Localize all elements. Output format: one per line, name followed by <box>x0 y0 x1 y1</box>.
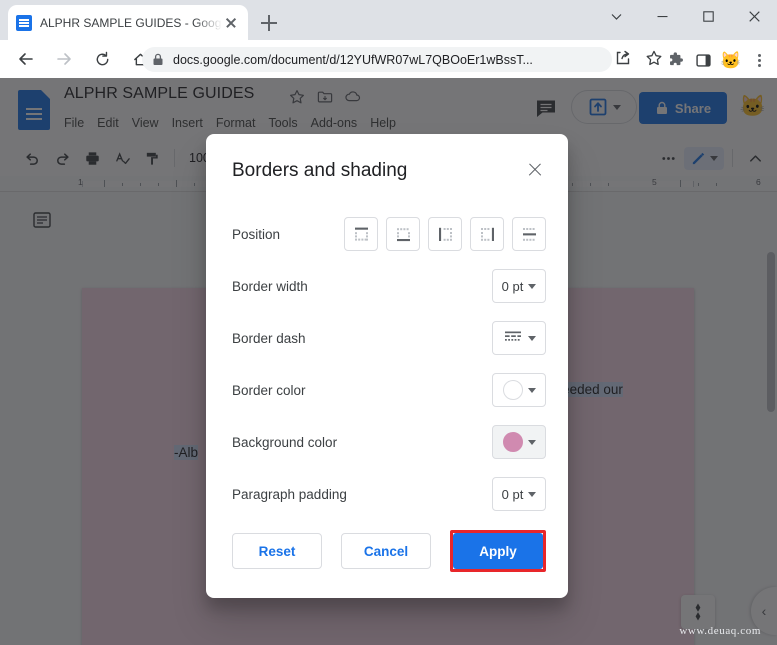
background-color-control <box>492 425 546 459</box>
border-dash-dropdown[interactable] <box>492 321 546 355</box>
back-arrow-icon[interactable] <box>10 43 42 75</box>
profile-avatar[interactable]: 🐱 <box>717 47 745 73</box>
border-width-value: 0 pt <box>501 278 524 294</box>
dialog-title: Borders and shading <box>232 160 408 181</box>
row-label-border-dash: Border dash <box>232 330 306 346</box>
new-tab-button[interactable] <box>256 10 282 36</box>
row-border-width: Border width 0 pt <box>232 260 546 312</box>
border-width-dropdown[interactable]: 0 pt <box>492 269 546 303</box>
chevron-down-icon <box>528 283 537 289</box>
tab-title: ALPHR SAMPLE GUIDES - Google Docs <box>40 15 222 30</box>
paragraph-padding-control: 0 pt <box>492 477 546 511</box>
browser-tab[interactable]: ALPHR SAMPLE GUIDES - Google Docs <box>8 5 248 40</box>
extensions-area: 🐱 <box>661 47 773 73</box>
browser-tab-strip: ALPHR SAMPLE GUIDES - Google Docs <box>0 0 777 40</box>
dialog-actions: Reset Cancel Apply <box>232 530 546 572</box>
chevron-down-icon <box>527 387 536 393</box>
borders-and-shading-dialog: Borders and shading Position Border widt… <box>206 134 568 598</box>
border-color-swatch <box>502 380 523 400</box>
background-color-swatch <box>502 432 523 452</box>
close-icon[interactable] <box>524 159 546 181</box>
chevron-down-icon <box>527 335 536 341</box>
apply-button-highlight: Apply <box>450 530 546 572</box>
side-panel-icon[interactable] <box>689 47 717 73</box>
minimize-window-button[interactable] <box>639 0 685 32</box>
border-left-button[interactable] <box>428 217 462 251</box>
row-label-border-width: Border width <box>232 278 308 294</box>
chrome-menu-chevron-icon[interactable] <box>593 0 639 32</box>
border-right-button[interactable] <box>470 217 504 251</box>
docs-favicon-icon <box>16 14 32 31</box>
row-paragraph-padding: Paragraph padding 0 pt <box>232 468 546 520</box>
row-label-paragraph-padding: Paragraph padding <box>232 486 347 502</box>
lock-icon <box>152 53 164 66</box>
row-label-background-color: Background color <box>232 434 338 450</box>
kebab-menu-icon[interactable] <box>745 47 773 73</box>
address-bar-url: docs.google.com/document/d/12YUfWR07wL7Q… <box>173 52 533 67</box>
reload-icon[interactable] <box>86 43 118 75</box>
watermark: www.deuaq.com <box>679 625 761 637</box>
close-tab-icon[interactable] <box>222 14 240 32</box>
border-between-button[interactable] <box>512 217 546 251</box>
row-label-position: Position <box>232 226 281 242</box>
border-dash-control <box>492 321 546 355</box>
forward-arrow-icon[interactable] <box>48 43 80 75</box>
border-width-control: 0 pt <box>492 269 546 303</box>
row-border-color: Border color <box>232 364 546 416</box>
chevron-down-icon <box>528 491 537 497</box>
border-bottom-button[interactable] <box>386 217 420 251</box>
puzzle-piece-icon[interactable] <box>661 47 689 73</box>
share-icon[interactable] <box>614 49 636 71</box>
screenshot-root: ALPHR SAMPLE GUIDES - Google Docs <box>0 0 777 645</box>
row-position: Position <box>232 208 546 260</box>
paragraph-padding-value: 0 pt <box>501 486 524 502</box>
chevron-down-icon <box>527 439 536 445</box>
row-background-color: Background color <box>232 416 546 468</box>
border-dash-icon <box>503 329 523 348</box>
border-top-button[interactable] <box>344 217 378 251</box>
apply-button[interactable]: Apply <box>453 533 543 569</box>
row-border-dash: Border dash <box>232 312 546 364</box>
avatar: 🐱 <box>720 50 742 70</box>
border-color-dropdown[interactable] <box>492 373 546 407</box>
window-controls <box>593 0 777 40</box>
browser-toolbar: docs.google.com/document/d/12YUfWR07wL7Q… <box>0 40 777 78</box>
background-color-dropdown[interactable] <box>492 425 546 459</box>
maximize-window-button[interactable] <box>685 0 731 32</box>
reset-button[interactable]: Reset <box>232 533 322 569</box>
dialog-rows: Position Border width 0 pt Border dash B… <box>232 208 546 520</box>
cancel-button[interactable]: Cancel <box>341 533 431 569</box>
paragraph-padding-dropdown[interactable]: 0 pt <box>492 477 546 511</box>
address-bar[interactable]: docs.google.com/document/d/12YUfWR07wL7Q… <box>142 47 612 72</box>
border-color-control <box>492 373 546 407</box>
close-window-button[interactable] <box>731 0 777 32</box>
position-button-group <box>344 217 546 251</box>
row-label-border-color: Border color <box>232 382 306 398</box>
